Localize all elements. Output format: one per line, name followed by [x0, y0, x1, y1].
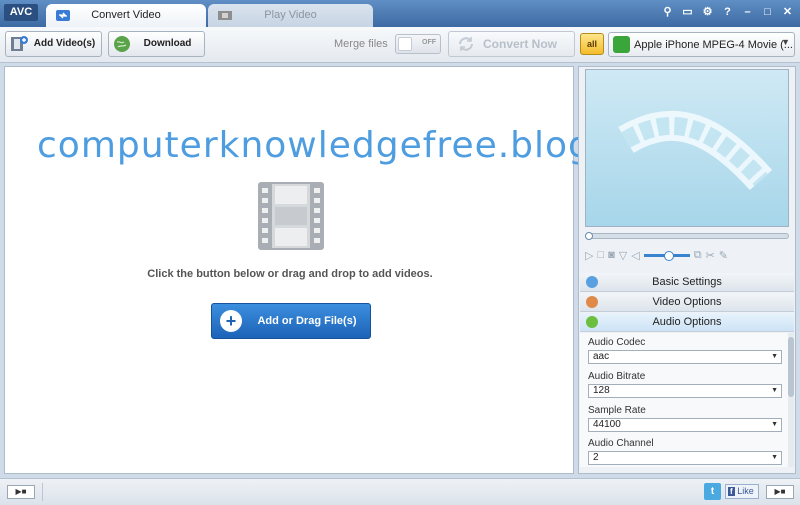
- all-profiles-button[interactable]: all: [580, 33, 604, 55]
- output-profile-select[interactable]: Apple iPhone MPEG-4 Movie (... ▼: [608, 32, 795, 57]
- seek-thumb[interactable]: [585, 232, 593, 240]
- close-icon[interactable]: ✕: [781, 6, 794, 19]
- window-controls: ⚲ ▭ ⚙ ? – □ ✕: [661, 6, 794, 21]
- add-video-icon: [11, 36, 28, 51]
- gear-icon[interactable]: ⚙: [701, 6, 714, 19]
- chevron-down-icon: ▼: [771, 387, 778, 394]
- options-scrollbar[interactable]: [788, 333, 794, 467]
- stop-icon[interactable]: □: [597, 249, 604, 261]
- seek-bar[interactable]: [585, 232, 789, 240]
- globe-download-icon: [114, 36, 130, 52]
- trim-icon[interactable]: ✂: [706, 249, 715, 262]
- video-preview: [585, 69, 789, 227]
- video-options-header[interactable]: Video Options: [580, 293, 794, 312]
- video-list-area[interactable]: computerknowledgefree.blogspot.com Click…: [4, 66, 765, 474]
- film-reel-graphic: [618, 111, 773, 191]
- add-videos-button[interactable]: Add Video(s): [5, 31, 102, 57]
- merge-files-toggle[interactable]: OFF: [395, 34, 441, 54]
- crop-icon[interactable]: ⧉: [694, 249, 702, 262]
- app-logo: AVC: [4, 4, 38, 21]
- sample-rate-label: Sample Rate: [588, 405, 646, 416]
- toolbar: Add Video(s) Download Merge files OFF Co…: [0, 27, 800, 63]
- chevron-down-icon[interactable]: ▽: [619, 249, 627, 262]
- drop-hint-text: Click the button below or drag and drop …: [147, 268, 433, 280]
- convert-now-button[interactable]: Convert Now: [448, 31, 575, 57]
- tab-label: Convert Video: [91, 9, 161, 21]
- refresh-icon: [459, 37, 473, 51]
- player-controls: ▷ □ ◙ ▽ ◁ ⧉ ✂ ✎: [585, 247, 789, 263]
- left-panel-toggle-icon[interactable]: ▶■: [7, 485, 35, 499]
- toggle-knob: [398, 37, 412, 51]
- screen-icon[interactable]: ▭: [681, 6, 694, 19]
- chevron-down-icon: ▼: [771, 421, 778, 428]
- pin-icon[interactable]: ⚲: [661, 6, 674, 19]
- tab-convert-video[interactable]: Convert Video: [46, 4, 206, 27]
- facebook-icon: f: [728, 487, 735, 496]
- help-icon[interactable]: ?: [721, 6, 734, 19]
- title-bar: AVC Convert Video Play Video ⚲ ▭ ⚙ ? – □…: [0, 0, 800, 27]
- plus-icon: +: [220, 310, 242, 332]
- film-strip-icon: [258, 182, 324, 250]
- chevron-down-icon: ▼: [771, 353, 778, 360]
- merge-files-label: Merge files: [334, 38, 388, 50]
- phone-icon: [613, 36, 630, 53]
- basic-settings-header[interactable]: Basic Settings: [580, 273, 794, 292]
- facebook-like-button[interactable]: f Like: [725, 484, 759, 499]
- download-button[interactable]: Download: [108, 31, 205, 57]
- audio-bitrate-select[interactable]: 128 ▼: [588, 384, 782, 398]
- tab-play-video[interactable]: Play Video: [208, 4, 373, 27]
- audio-channel-select[interactable]: 2 ▼: [588, 451, 782, 465]
- right-panel: ▷ □ ◙ ▽ ◁ ⧉ ✂ ✎ Basic Settings Video Opt…: [578, 66, 796, 474]
- twitter-icon[interactable]: t: [704, 483, 721, 500]
- minimize-icon[interactable]: –: [741, 6, 754, 19]
- status-bar: ▶■ t f Like ▶■: [0, 478, 800, 505]
- volume-slider[interactable]: [643, 250, 690, 261]
- snapshot-icon[interactable]: ◙: [608, 249, 615, 261]
- right-panel-toggle-icon[interactable]: ▶■: [766, 485, 794, 499]
- volume-icon[interactable]: ◁: [631, 249, 639, 262]
- audio-options-body: Audio Codec aac ▼ Audio Bitrate 128 ▼ Sa…: [580, 333, 794, 467]
- scrollbar-thumb[interactable]: [788, 337, 794, 397]
- tab-label: Play Video: [264, 9, 317, 21]
- audio-channel-label: Audio Channel: [588, 438, 654, 449]
- audio-codec-label: Audio Codec: [588, 337, 646, 348]
- divider: [42, 483, 43, 501]
- chevron-down-icon: ▼: [771, 454, 778, 461]
- audio-codec-select[interactable]: aac ▼: [588, 350, 782, 364]
- maximize-icon[interactable]: □: [761, 6, 774, 19]
- play-icon[interactable]: ▷: [585, 249, 593, 262]
- chevron-down-icon: ▼: [781, 37, 790, 47]
- effects-icon[interactable]: ✎: [719, 249, 728, 262]
- sample-rate-select[interactable]: 44100 ▼: [588, 418, 782, 432]
- toggle-state: OFF: [422, 39, 436, 46]
- add-or-drag-files-button[interactable]: + Add or Drag File(s): [211, 303, 371, 339]
- audio-bitrate-label: Audio Bitrate: [588, 371, 646, 382]
- audio-options-header[interactable]: Audio Options: [580, 313, 794, 332]
